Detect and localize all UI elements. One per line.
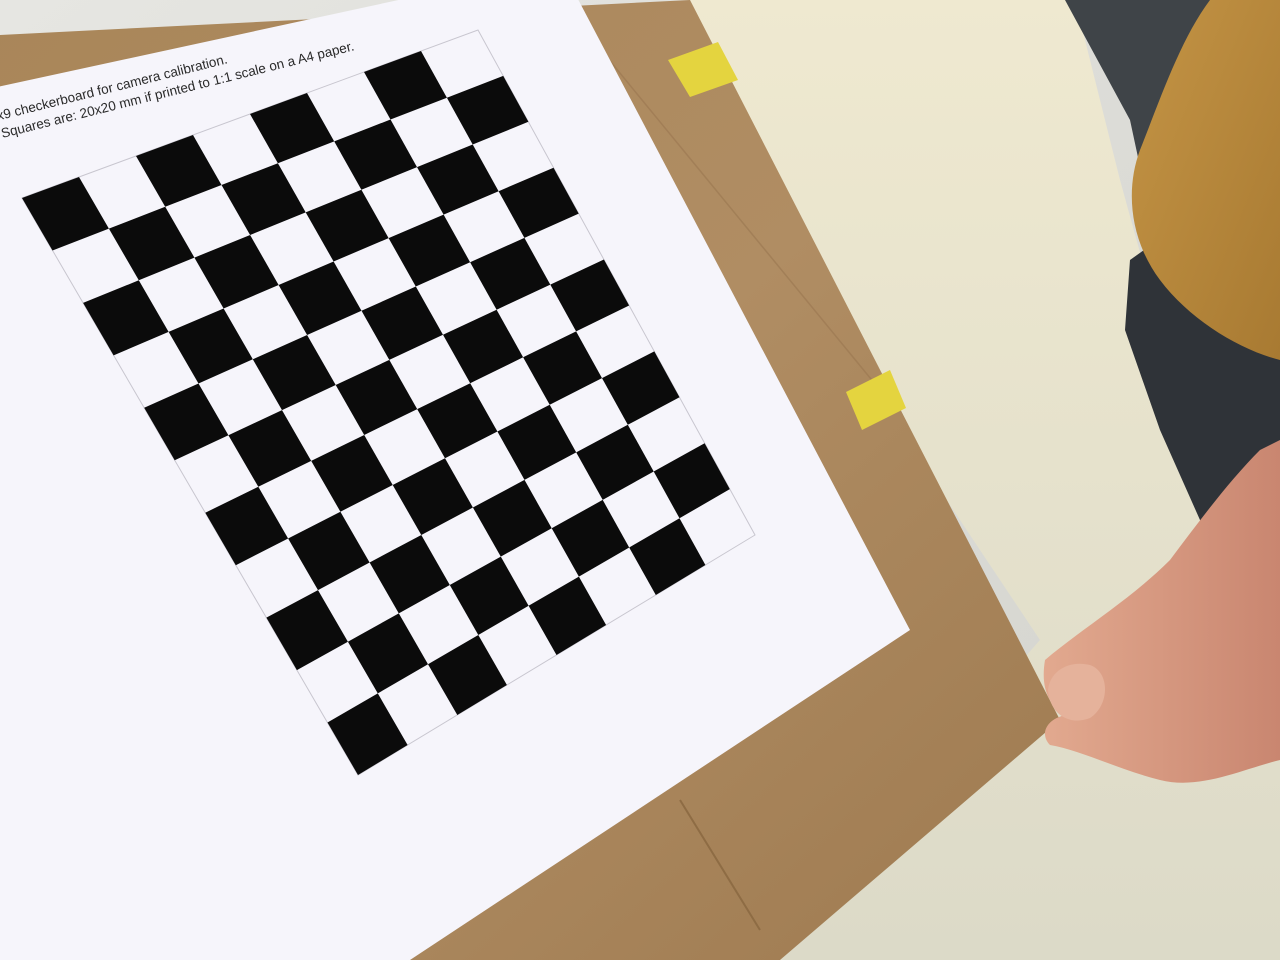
- photo-canvas: x9 checkerboard for camera calibration. …: [0, 0, 1280, 960]
- photo-scene: x9 checkerboard for camera calibration. …: [0, 0, 1280, 960]
